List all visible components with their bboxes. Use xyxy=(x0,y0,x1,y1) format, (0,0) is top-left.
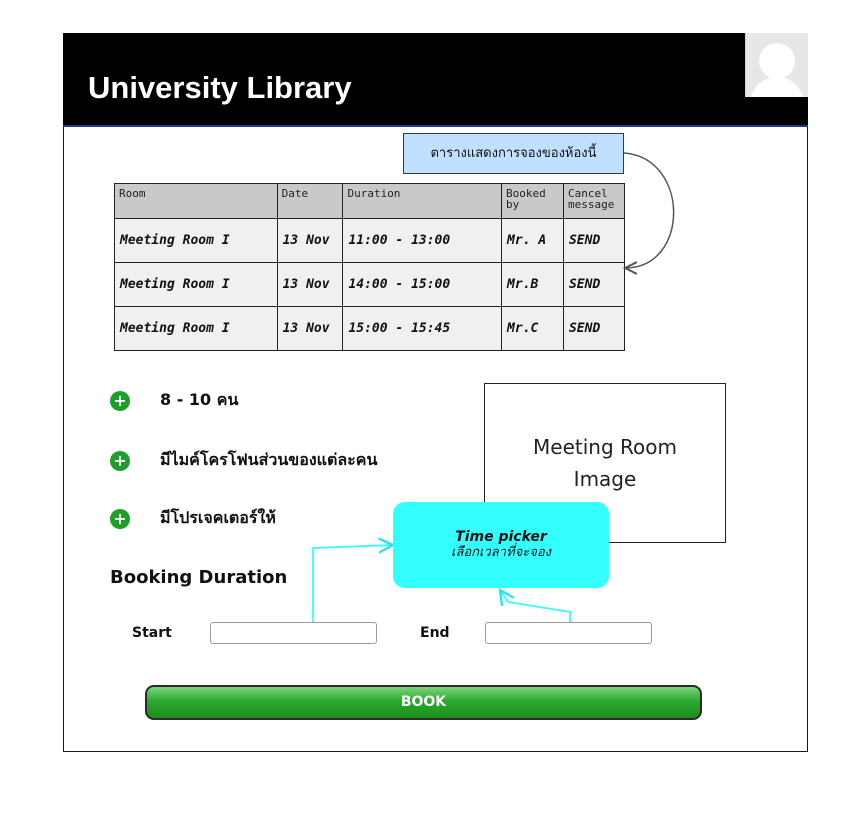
time-picker-subtitle: เลือกเวลาที่จะจอง xyxy=(450,545,552,560)
end-time-input[interactable] xyxy=(485,622,652,644)
time-picker-callout: Time picker เลือกเวลาที่จะจอง xyxy=(393,502,609,588)
time-picker-title: Time picker xyxy=(455,529,547,545)
end-to-picker-arrow xyxy=(500,590,571,622)
note-arrow xyxy=(624,152,675,268)
start-label: Start xyxy=(132,625,172,641)
start-time-input[interactable] xyxy=(210,622,377,644)
start-to-picker-arrow xyxy=(312,545,393,622)
booking-duration-title: Booking Duration xyxy=(110,567,288,588)
end-label: End xyxy=(420,625,450,641)
book-button[interactable]: BOOK xyxy=(145,685,702,720)
